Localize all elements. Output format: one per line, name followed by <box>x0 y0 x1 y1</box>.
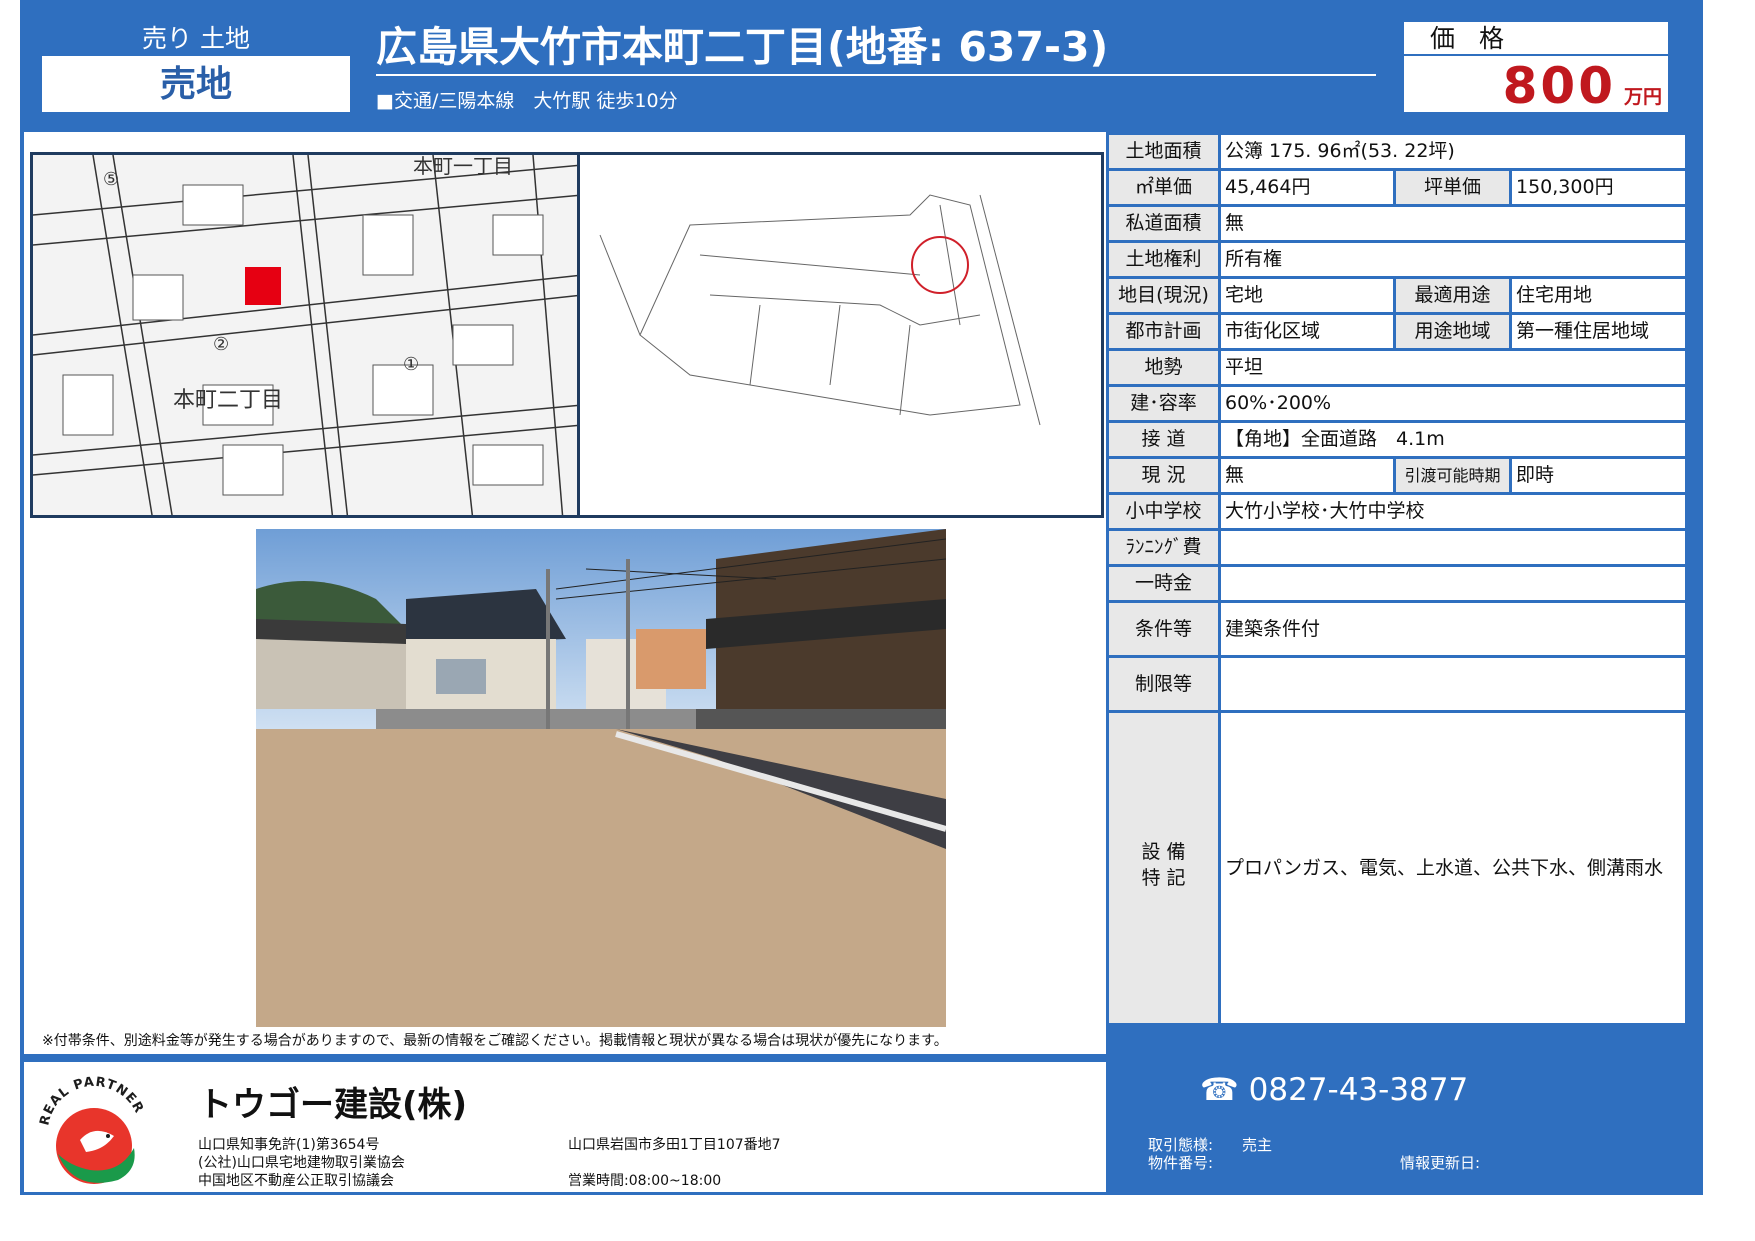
location-map-drawing: 本町一丁目 本町二丁目 ① ② ⑤ <box>33 155 577 515</box>
land-area-label: 土地面積 <box>1109 135 1218 168</box>
lump-sum-value <box>1221 567 1685 600</box>
lot-plan-drawing <box>599 194 1041 426</box>
category-title: 売地 <box>159 64 232 105</box>
map-circle-5: ⑤ <box>103 169 119 190</box>
facilities-label-line-1: 設 備 <box>1141 841 1186 863</box>
lump-sum-label: 一時金 <box>1109 567 1218 600</box>
price-unit: 万円 <box>1623 86 1662 108</box>
running-cost-label: ﾗﾝﾆﾝｸﾞ費 <box>1109 531 1218 564</box>
category-subtitle: 売り 土地 <box>42 22 350 56</box>
property-title: 広島県大竹市本町二丁目(地番: 637-3) <box>376 23 1109 71</box>
coverage-value: 60%･200% <box>1221 387 1685 420</box>
city-plan-label: 都市計画 <box>1109 315 1218 348</box>
facilities-label-line-2: 特 記 <box>1141 867 1186 889</box>
lot-plan <box>580 152 1104 518</box>
company-logo: REAL PARTNER <box>37 1075 145 1184</box>
private-road-label: 私道面積 <box>1109 207 1218 240</box>
phone-icon: ☎ <box>1200 1072 1239 1108</box>
land-right-label: 土地権利 <box>1109 243 1218 276</box>
private-road-value: 無 <box>1221 207 1685 240</box>
map-circle-1: ① <box>403 354 419 375</box>
category-box: 売り 土地 売地 <box>40 20 352 114</box>
property-marker <box>245 267 281 305</box>
map-circle-2: ② <box>213 334 229 355</box>
update-date-label: 情報更新日: <box>1400 1154 1481 1172</box>
lot-highlight-circle <box>911 236 969 294</box>
road-access-label: 接 道 <box>1109 423 1218 456</box>
terrain-value: 平坦 <box>1221 351 1685 384</box>
school-label: 小中学校 <box>1109 495 1218 528</box>
restrictions-label: 制限等 <box>1109 658 1218 710</box>
school-value: 大竹小学校･大竹中学校 <box>1221 495 1685 528</box>
sqm-price-value: 45,464円 <box>1221 171 1393 204</box>
price-value: 800 <box>1502 57 1616 115</box>
running-cost-value <box>1221 531 1685 564</box>
phone-number-row: ☎ 0827-43-3877 <box>1200 1068 1620 1112</box>
best-use-label: 最適用途 <box>1396 279 1509 312</box>
restrictions-value <box>1221 658 1685 710</box>
status-label: 現 況 <box>1109 459 1218 492</box>
sqm-price-label: ㎡単価 <box>1109 171 1218 204</box>
company-name: トウゴー建設(株) <box>198 1085 468 1125</box>
conditions-label: 条件等 <box>1109 603 1218 655</box>
license-line-3: 中国地区不動産公正取引協議会 <box>198 1173 394 1189</box>
land-category-label: 地目(現況) <box>1109 279 1218 312</box>
phone-number: 0827-43-3877 <box>1248 1072 1469 1108</box>
conditions-value: 建築条件付 <box>1221 603 1685 655</box>
tsubo-price-label: 坪単価 <box>1396 171 1509 204</box>
property-details-table: 土地面積 公簿 175. 96㎡(53. 22坪) ㎡単価 45,464円 坪単… <box>1106 132 1688 1054</box>
price-value-row: 800 万円 <box>1404 58 1668 114</box>
handover-value: 即時 <box>1512 459 1685 492</box>
facilities-value: プロパンガス、電気、上水道、公共下水、側溝雨水 <box>1221 713 1685 1023</box>
site-photo <box>256 529 946 1027</box>
title-underline <box>376 74 1376 76</box>
price-box: 価 格 800 万円 <box>1402 20 1670 114</box>
tsubo-price-value: 150,300円 <box>1512 171 1685 204</box>
property-id-label: 物件番号: <box>1148 1154 1214 1172</box>
land-category-value: 宅地 <box>1221 279 1393 312</box>
site-photo-drawing <box>256 529 946 1027</box>
area-label-1: 本町一丁目 <box>413 155 513 178</box>
disclaimer-note: ※付帯条件、別途料金等が発生する場合がありますので、最新の情報をご確認ください。… <box>42 1033 948 1049</box>
transaction-type-value: 売主 <box>1242 1136 1273 1154</box>
handover-label: 引渡可能時期 <box>1396 459 1509 492</box>
city-plan-value: 市街化区域 <box>1221 315 1393 348</box>
coverage-label: 建･容率 <box>1109 387 1218 420</box>
terrain-label: 地勢 <box>1109 351 1218 384</box>
facilities-label: 設 備 特 記 <box>1109 713 1218 1023</box>
land-right-value: 所有権 <box>1221 243 1685 276</box>
access-info: ■交通/三陽本線 大竹駅 徒歩10分 <box>376 90 678 112</box>
zoning-value: 第一種住居地域 <box>1512 315 1685 348</box>
zoning-label: 用途地域 <box>1396 315 1509 348</box>
area-label-2: 本町二丁目 <box>173 388 283 413</box>
business-hours: 営業時間:08:00~18:00 <box>568 1173 722 1189</box>
status-value: 無 <box>1221 459 1393 492</box>
price-label: 価 格 <box>1404 22 1668 56</box>
land-area-value: 公簿 175. 96㎡(53. 22坪) <box>1221 135 1685 168</box>
license-line-1: 山口県知事免許(1)第3654号 <box>198 1137 380 1153</box>
license-line-2: (公社)山口県宅地建物取引業協会 <box>198 1155 405 1171</box>
company-address: 山口県岩国市多田1丁目107番地7 <box>568 1137 781 1153</box>
best-use-value: 住宅用地 <box>1512 279 1685 312</box>
road-access-value: 【角地】全面道路 4.1m <box>1221 423 1685 456</box>
location-map: 本町一丁目 本町二丁目 ① ② ⑤ <box>30 152 580 518</box>
